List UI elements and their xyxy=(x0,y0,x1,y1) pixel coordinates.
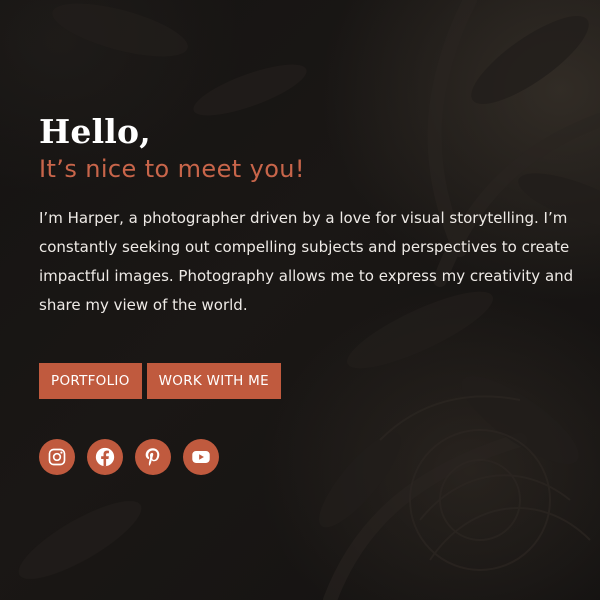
bio-paragraph: I’m Harper, a photographer driven by a l… xyxy=(39,209,574,314)
intro-content: Hello, It’s nice to meet you! I’m Harper… xyxy=(39,112,579,320)
page-subtitle: It’s nice to meet you! xyxy=(39,155,305,183)
hero-section: Hello, It’s nice to meet you! I’m Harper… xyxy=(0,0,600,600)
portfolio-button[interactable]: PORTFOLIO xyxy=(39,363,142,399)
pinterest-link[interactable] xyxy=(135,439,171,475)
page-title: Hello, xyxy=(39,112,151,151)
instagram-icon xyxy=(47,447,67,467)
social-links xyxy=(39,439,219,475)
facebook-link[interactable] xyxy=(87,439,123,475)
facebook-icon xyxy=(94,446,116,468)
work-with-me-button[interactable]: WORK WITH ME xyxy=(146,363,281,399)
youtube-icon xyxy=(190,446,212,468)
cta-buttons: PORTFOLIO WORK WITH ME xyxy=(39,363,281,399)
youtube-link[interactable] xyxy=(183,439,219,475)
pinterest-icon xyxy=(142,446,164,468)
instagram-link[interactable] xyxy=(39,439,75,475)
